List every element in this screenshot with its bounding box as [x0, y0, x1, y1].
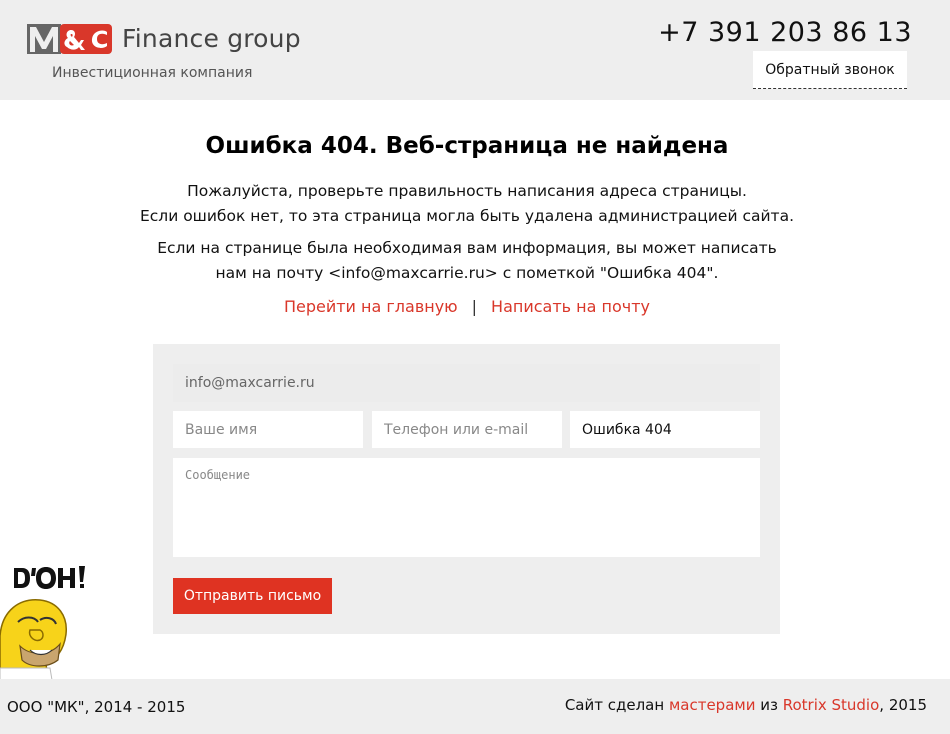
page: Finance group Инвестиционная компания +7…	[0, 0, 950, 734]
phone-number: +7 391 203 86 13	[658, 17, 912, 48]
studio-link[interactable]: Rotrix Studio	[783, 696, 880, 714]
subject-field[interactable]	[570, 411, 760, 448]
site-header: Finance group Инвестиционная компания +7…	[0, 0, 950, 100]
page-title: Ошибка 404. Веб-страница не найдена	[205, 133, 729, 159]
send-button[interactable]: Отправить письмо	[173, 578, 332, 614]
message-field[interactable]	[173, 458, 760, 557]
footer-credits: Сайт сделан мастерами из Rotrix Studio, …	[565, 696, 927, 714]
error-description: Пожалуйста, проверьте правильность напис…	[0, 179, 934, 229]
error-contact-info: Если на странице была необходимая вам ин…	[0, 236, 934, 286]
link-separator: |	[471, 297, 478, 316]
callback-button[interactable]: Обратный звонок	[753, 51, 907, 89]
credits-suffix: , 2015	[879, 696, 927, 714]
site-footer: ООО "МК", 2014 - 2015 Сайт сделан мастер…	[0, 679, 950, 734]
action-links: Перейти на главную | Написать на почту	[0, 297, 934, 316]
footer-copyright: ООО "МК", 2014 - 2015	[7, 698, 186, 716]
mc-logo-icon[interactable]	[27, 22, 113, 56]
credits-prefix: Сайт сделан	[564, 696, 669, 714]
email-field[interactable]	[173, 364, 760, 402]
name-field[interactable]	[173, 411, 363, 448]
homer-doh-icon	[0, 566, 85, 680]
contact-form: Отправить письмо	[153, 344, 780, 634]
error-line-2: Если ошибок нет, то эта страница могла б…	[139, 207, 795, 225]
masters-link[interactable]: мастерами	[669, 696, 756, 714]
error-line-3: Если на странице была необходимая вам ин…	[157, 239, 777, 257]
error-line-4: нам на почту <info@maxcarrie.ru> с помет…	[215, 264, 719, 282]
mail-link[interactable]: Написать на почту	[491, 297, 650, 316]
home-link[interactable]: Перейти на главную	[284, 297, 458, 316]
logo-text[interactable]: Finance group	[122, 24, 301, 53]
logo-subtitle: Инвестиционная компания	[52, 65, 253, 81]
credits-middle: из	[755, 696, 783, 714]
error-line-1: Пожалуйста, проверьте правильность напис…	[187, 182, 747, 200]
contact-field[interactable]	[372, 411, 562, 448]
